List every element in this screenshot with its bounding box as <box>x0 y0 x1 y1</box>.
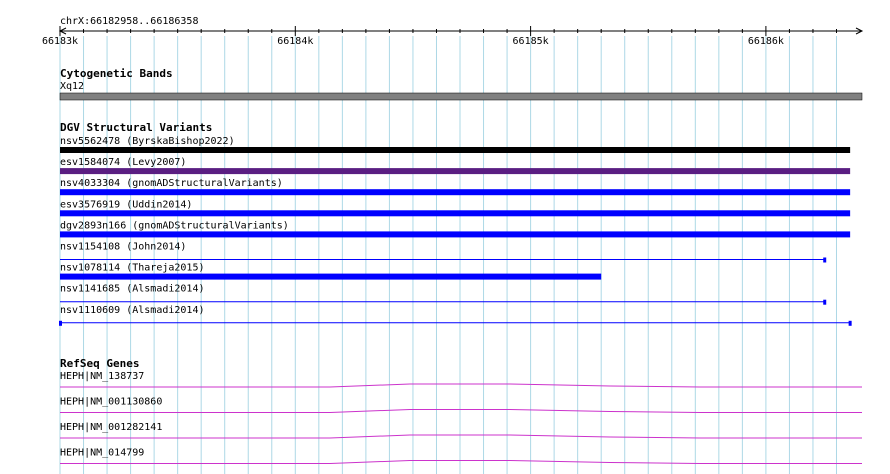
refseq-features[interactable]: HEPH|NM_138737 HEPH|NM_001130860 HEPH|NM_0… <box>60 371 862 464</box>
coordinate-ruler[interactable]: chrX:66182958..66186358 66183k 66184k 6618… <box>42 16 864 47</box>
dgv-feature-startcap <box>59 320 62 326</box>
dgv-feature[interactable]: esv3576919 (Uddin2014) <box>60 199 851 217</box>
refseq-transcript-line[interactable] <box>60 383 862 388</box>
ruler-ticks: 66183k 66184k 66185k 66186k <box>42 26 864 47</box>
dgv-feature-label: dgv2893n166 (gnomADStructuralVariants) <box>60 220 289 231</box>
dgv-feature-label: esv3576919 (Uddin2014) <box>60 199 192 210</box>
refseq-track-title: RefSeq Genes <box>60 357 139 370</box>
ruler-tick-label: 66183k <box>42 36 78 47</box>
region-label: chrX:66182958..66186358 <box>60 16 198 27</box>
cytoband-bar[interactable] <box>59 92 863 101</box>
dgv-feature-bar[interactable] <box>60 231 851 238</box>
dgv-feature-label: nsv1110609 (Alsmadi2014) <box>60 305 205 316</box>
cytoband-track-title: Cytogenetic Bands <box>60 67 173 80</box>
dgv-feature-label: nsv5562478 (ByrskaBishop2022) <box>60 136 235 147</box>
dgv-track-title: DGV Structural Variants <box>60 121 212 134</box>
refseq-transcript[interactable]: HEPH|NM_001130860 <box>60 397 862 413</box>
refseq-transcript-line[interactable] <box>60 460 862 464</box>
dgv-feature-label: esv1584074 (Levy2007) <box>60 157 186 168</box>
refseq-track[interactable]: RefSeq Genes HEPH|NM_138737 HEPH|NM_00113… <box>60 357 862 464</box>
genome-browser-view[interactable]: chrX:66182958..66186358 66183k 66184k 6618… <box>0 0 890 474</box>
ruler-tick-label: 66185k <box>513 36 549 47</box>
refseq-transcript[interactable]: HEPH|NM_014799 <box>60 448 862 464</box>
dgv-feature-label: nsv4033304 (gnomADStructuralVariants) <box>60 178 283 189</box>
refseq-transcript-label: HEPH|NM_001282141 <box>60 422 162 433</box>
dgv-feature[interactable]: nsv1154108 (John2014) <box>60 242 827 263</box>
dgv-feature[interactable]: esv1584074 (Levy2007) <box>60 157 851 175</box>
dgv-feature[interactable]: nsv1078114 (Thareja2015) <box>60 263 602 280</box>
dgv-feature-endcap <box>848 320 852 326</box>
refseq-transcript-label: HEPH|NM_138737 <box>60 371 144 382</box>
dgv-feature-bar[interactable] <box>60 273 602 280</box>
dgv-feature-label: nsv1078114 (Thareja2015) <box>60 263 205 274</box>
dgv-feature-bar[interactable] <box>60 210 851 217</box>
dgv-feature[interactable]: nsv1110609 (Alsmadi2014) <box>59 305 852 326</box>
grid-lines <box>59 36 837 474</box>
refseq-transcript-label: HEPH|NM_001130860 <box>60 397 162 408</box>
refseq-transcript-line[interactable] <box>60 434 862 439</box>
refseq-transcript[interactable]: HEPH|NM_001282141 <box>60 422 862 439</box>
dgv-feature[interactable]: nsv5562478 (ByrskaBishop2022) <box>60 136 851 153</box>
dgv-feature[interactable]: nsv1141685 (Alsmadi2014) <box>60 284 827 305</box>
dgv-feature[interactable]: dgv2893n166 (gnomADStructuralVariants) <box>60 220 851 238</box>
dgv-feature-bar[interactable] <box>60 168 851 175</box>
dgv-feature-endcap <box>823 299 827 305</box>
dgv-feature-bar[interactable] <box>60 147 851 153</box>
dgv-feature-label: nsv1154108 (John2014) <box>60 242 186 253</box>
dgv-feature[interactable]: nsv4033304 (gnomADStructuralVariants) <box>60 178 851 196</box>
dgv-feature-bar[interactable] <box>60 189 851 196</box>
cytoband-track[interactable]: Cytogenetic Bands Xq12 <box>59 67 863 101</box>
ruler-tick-label: 66186k <box>748 36 784 47</box>
dgv-feature-endcap <box>823 257 827 263</box>
refseq-transcript-line[interactable] <box>60 409 862 413</box>
ruler-tick-label: 66184k <box>277 36 313 47</box>
refseq-transcript-label: HEPH|NM_014799 <box>60 448 144 459</box>
refseq-transcript[interactable]: HEPH|NM_138737 <box>60 371 862 388</box>
cytoband-label: Xq12 <box>60 81 84 92</box>
dgv-feature-label: nsv1141685 (Alsmadi2014) <box>60 284 205 295</box>
